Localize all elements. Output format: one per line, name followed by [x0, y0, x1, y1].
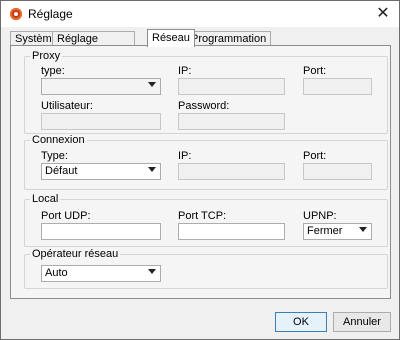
- upnp-select[interactable]: Fermer: [303, 223, 372, 240]
- proxy-group: Proxy type: IP: Port: Utilisateur: Passw…: [24, 50, 388, 134]
- upnp-value: Fermer: [307, 225, 343, 237]
- proxy-ip-label: IP:: [178, 65, 192, 77]
- tab-panel-reseau: Proxy type: IP: Port: Utilisateur: Passw…: [10, 45, 391, 299]
- proxy-group-title: Proxy: [30, 50, 63, 62]
- operator-select[interactable]: Auto: [41, 265, 161, 282]
- tcp-port-label: Port TCP:: [178, 210, 227, 222]
- ok-button[interactable]: OK: [275, 312, 327, 332]
- tab-programmation-alerte[interactable]: Programmation alerte: [186, 31, 272, 59]
- operator-group: Opérateur réseau Auto: [24, 248, 388, 289]
- connexion-group-title: Connexion: [30, 134, 87, 146]
- tab-reglage-enregistrement[interactable]: Réglage enregistrement: [52, 31, 136, 59]
- settings-dialog: Réglage ✕ Système Réglage enregistrement…: [0, 0, 400, 340]
- close-icon[interactable]: ✕: [373, 4, 393, 22]
- connexion-port-label: Port:: [303, 150, 327, 162]
- connexion-ip-field[interactable]: [178, 163, 285, 180]
- udp-port-field[interactable]: [41, 223, 161, 240]
- proxy-port-field[interactable]: [303, 78, 372, 95]
- upnp-label: UPNP:: [303, 210, 337, 222]
- connexion-group: Connexion Type: Défaut IP: Port:: [24, 134, 388, 190]
- tab-reseau[interactable]: Réseau: [147, 29, 195, 47]
- proxy-user-field[interactable]: [41, 113, 161, 130]
- connexion-ip-label: IP:: [178, 150, 192, 162]
- app-logo-icon: [10, 8, 22, 20]
- chevron-down-icon: [148, 82, 156, 87]
- udp-port-label: Port UDP:: [41, 210, 91, 222]
- proxy-user-label: Utilisateur:: [41, 100, 93, 112]
- window-title: Réglage: [28, 7, 73, 21]
- operator-group-title: Opérateur réseau: [30, 248, 121, 260]
- connexion-type-select[interactable]: Défaut: [41, 163, 161, 180]
- proxy-password-field[interactable]: [178, 113, 285, 130]
- connexion-port-field[interactable]: [303, 163, 372, 180]
- chevron-down-icon: [359, 227, 367, 232]
- operator-value: Auto: [45, 267, 68, 279]
- cancel-button[interactable]: Annuler: [333, 312, 391, 332]
- proxy-type-label: type:: [41, 65, 65, 77]
- connexion-type-label: Type:: [41, 150, 68, 162]
- chevron-down-icon: [148, 167, 156, 172]
- local-group: Local Port UDP: Port TCP: UPNP: Fermer: [24, 193, 388, 247]
- proxy-password-label: Password:: [178, 100, 230, 112]
- chevron-down-icon: [148, 269, 156, 274]
- proxy-port-label: Port:: [303, 65, 327, 77]
- connexion-type-value: Défaut: [45, 165, 78, 177]
- title-bar: Réglage ✕: [1, 1, 399, 27]
- proxy-ip-field[interactable]: [178, 78, 285, 95]
- local-group-title: Local: [30, 193, 61, 205]
- proxy-type-select[interactable]: [41, 78, 161, 95]
- tcp-port-field[interactable]: [178, 223, 285, 240]
